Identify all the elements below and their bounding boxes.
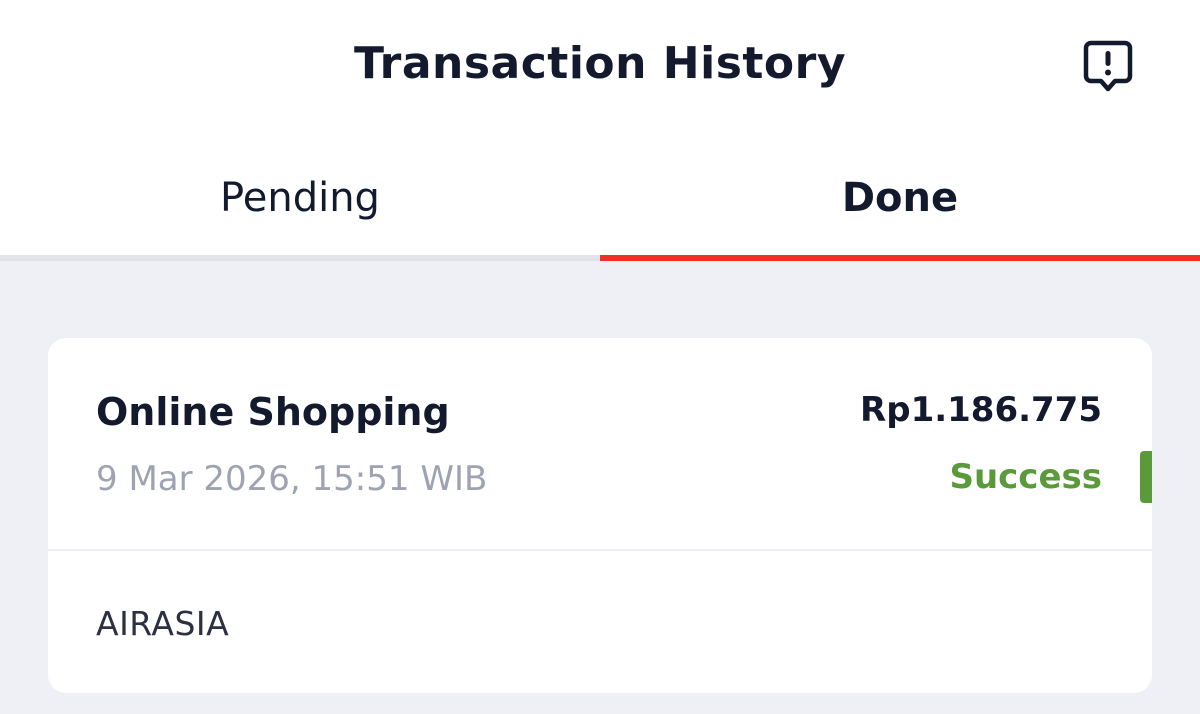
card-divider: [48, 549, 1152, 551]
report-exclamation-icon: [1083, 40, 1133, 92]
transaction-merchant: AIRASIA: [96, 604, 230, 643]
transaction-card[interactable]: Online Shopping 9 Mar 2026, 15:51 WIB Rp…: [48, 338, 1152, 693]
tab-done-label: Done: [841, 175, 959, 221]
transaction-title: Online Shopping: [96, 390, 450, 434]
transaction-datetime: 9 Mar 2026, 15:51 WIB: [96, 459, 488, 499]
tab-pending-underline: [0, 255, 600, 261]
tab-done-active-indicator: [600, 255, 1200, 261]
transaction-amount: Rp1.186.775: [860, 390, 1102, 430]
tab-bar: Pending Done: [0, 135, 1200, 261]
tab-pending-label: Pending: [220, 175, 380, 221]
page-title: Transaction History: [353, 38, 847, 89]
transaction-summary: Online Shopping 9 Mar 2026, 15:51 WIB Rp…: [48, 338, 1152, 550]
tab-done[interactable]: Done: [600, 135, 1200, 261]
report-button[interactable]: [1078, 36, 1138, 96]
header: Transaction History: [0, 0, 1200, 135]
tab-pending[interactable]: Pending: [0, 135, 600, 261]
status-indicator-stripe: [1140, 451, 1152, 503]
transaction-status: Success: [949, 457, 1102, 497]
